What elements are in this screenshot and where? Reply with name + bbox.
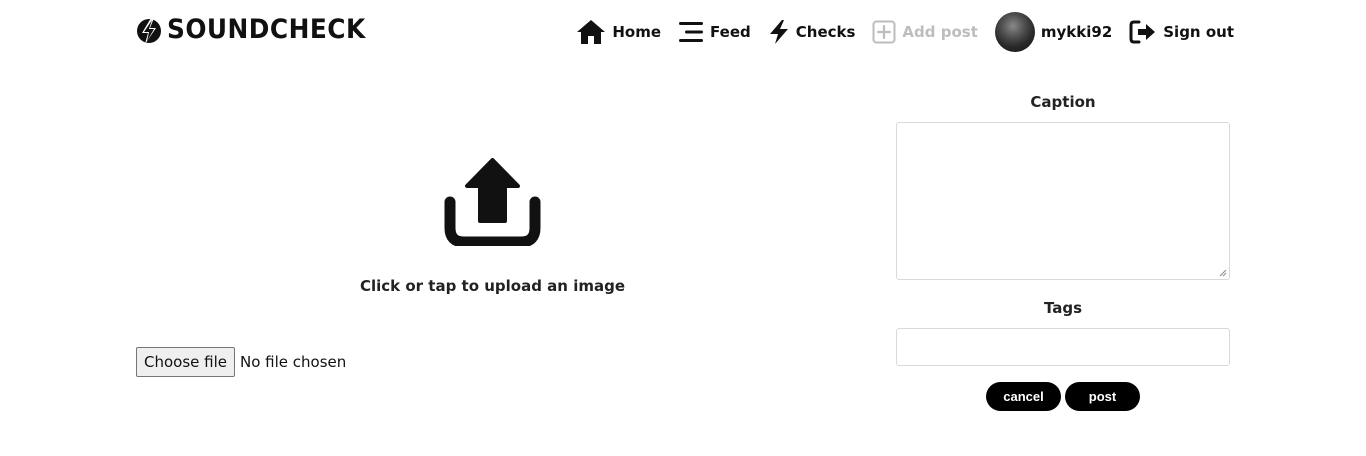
file-input: Choose file No file chosen: [136, 347, 346, 377]
resize-grip-icon[interactable]: [1219, 269, 1227, 277]
nav-sign-out[interactable]: Sign out: [1129, 20, 1234, 44]
upload-prompt: Click or tap to upload an image: [359, 277, 626, 295]
brand-name: SOUNDCHECK: [167, 14, 366, 45]
add-square-icon: [872, 20, 896, 44]
nav-sign-out-label: Sign out: [1163, 23, 1234, 41]
sign-out-icon: [1129, 20, 1156, 44]
brand-logo[interactable]: SOUNDCHECK: [135, 14, 383, 46]
avatar: [994, 12, 1035, 52]
post-button[interactable]: post: [1065, 382, 1140, 411]
tags-input[interactable]: [896, 328, 1230, 366]
nav-feed-label: Feed: [710, 23, 751, 41]
nav-checks-label: Checks: [795, 23, 856, 41]
caption-textarea[interactable]: [896, 122, 1230, 280]
lightning-disc-icon: [137, 18, 161, 44]
nav-home[interactable]: Home: [576, 19, 661, 45]
upload-icon: [444, 158, 541, 246]
tags-label: Tags: [1043, 299, 1083, 317]
cancel-button[interactable]: cancel: [986, 382, 1061, 411]
nav-profile[interactable]: mykki92: [994, 12, 1113, 52]
nav-checks[interactable]: Checks: [768, 19, 856, 45]
navbar: SOUNDCHECK Home Feed Checks Add post myk…: [0, 0, 1366, 64]
home-icon: [577, 20, 606, 44]
caption-label: Caption: [1030, 93, 1096, 111]
nav-username: mykki92: [1040, 23, 1113, 41]
file-status: No file chosen: [240, 353, 347, 371]
nav-feed[interactable]: Feed: [678, 21, 751, 43]
menu-lines-icon: [679, 22, 704, 42]
lightning-bolt-icon: [769, 20, 788, 44]
nav-add-post[interactable]: Add post: [872, 20, 978, 44]
choose-file-button[interactable]: Choose file: [136, 347, 235, 377]
nav-home-label: Home: [612, 23, 662, 41]
nav-add-post-label: Add post: [902, 23, 978, 41]
image-upload-zone[interactable]: Click or tap to upload an image: [300, 150, 685, 310]
main-nav: Home Feed Checks Add post mykki92 Sign o…: [576, 12, 1234, 52]
